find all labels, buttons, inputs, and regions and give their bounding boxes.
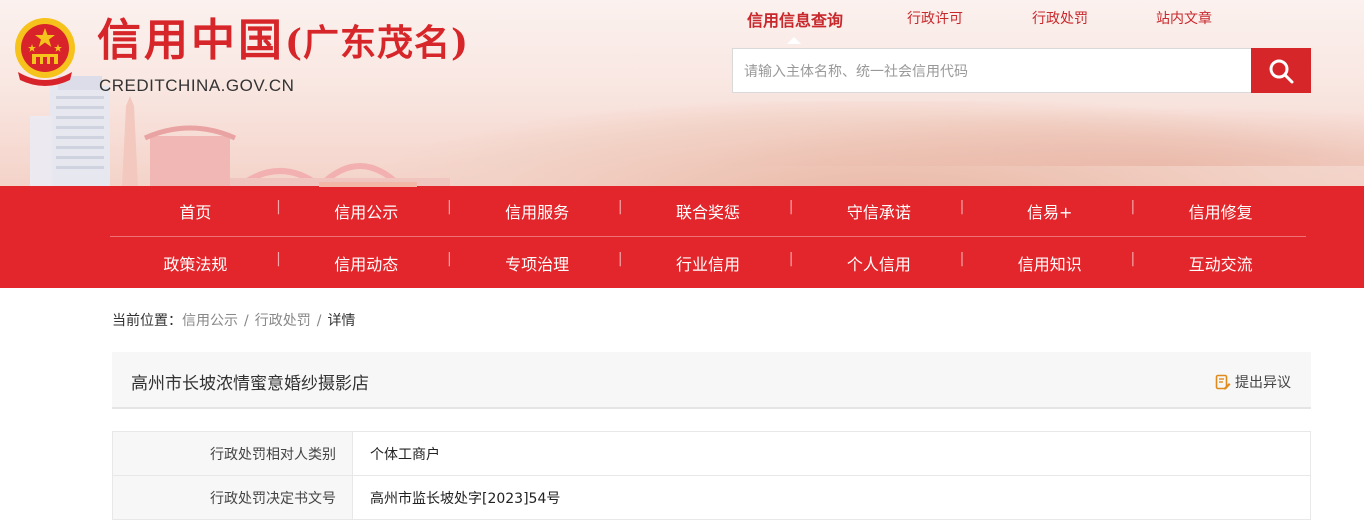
brand-title-region: (广东茂名) (285, 22, 470, 64)
breadcrumb-current: 详情 (327, 313, 356, 329)
nav-special-governance[interactable]: 专项治理 (452, 251, 623, 275)
search-bar (732, 48, 1311, 93)
banner-hills-far (700, 106, 1364, 166)
nav-credit-repair[interactable]: 信用修复 (1135, 199, 1306, 223)
breadcrumb-separator: / (316, 313, 322, 329)
breadcrumb-credit-publicity[interactable]: 信用公示 (182, 313, 238, 329)
nav-row-2: 政策法规 信用动态 专项治理 行业信用 个人信用 信用知识 互动交流 (110, 237, 1306, 288)
table-row: 行政处罚相对人类别 个体工商户 (112, 431, 1311, 476)
nav-credit-service[interactable]: 信用服务 (452, 199, 623, 223)
nav-home[interactable]: 首页 (110, 199, 281, 223)
nav-row-1: 首页 信用公示 信用服务 联合奖惩 守信承诺 信易+ 信用修复 (110, 186, 1306, 237)
main-navigation: 首页 信用公示 信用服务 联合奖惩 守信承诺 信易+ 信用修复 政策法规 信用动… (0, 182, 1364, 288)
table-row: 行政处罚决定书文号 高州市监长坡处字[2023]54号 (112, 475, 1311, 520)
nav-active-indicator (319, 182, 417, 187)
breadcrumb-prefix: 当前位置： (112, 313, 182, 329)
field-value: 个体工商户 (352, 431, 1311, 476)
nav-trust-commitment[interactable]: 守信承诺 (793, 199, 964, 223)
entity-title-bar: 高州市长坡浓情蜜意婚纱摄影店 提出异议 (112, 352, 1311, 409)
entity-name: 高州市长坡浓情蜜意婚纱摄影店 (131, 374, 369, 394)
nav-credit-news[interactable]: 信用动态 (281, 251, 452, 275)
field-label: 行政处罚相对人类别 (112, 431, 353, 476)
field-value: 高州市监长坡处字[2023]54号 (352, 475, 1311, 520)
breadcrumb: 当前位置：信用公示 / 行政处罚 / 详情 (112, 310, 355, 330)
topnav-admin-penalty[interactable]: 行政处罚 (1032, 8, 1088, 28)
raise-objection-button[interactable]: 提出异议 (1215, 372, 1291, 392)
topnav-site-articles[interactable]: 站内文章 (1156, 8, 1212, 28)
search-input[interactable] (732, 48, 1251, 93)
nav-industry-credit[interactable]: 行业信用 (623, 251, 794, 275)
site-brand: 信用中国(广东茂名) CREDITCHINA.GOV.CN (97, 16, 469, 96)
nav-xinyi-plus[interactable]: 信易+ (964, 199, 1135, 223)
search-button[interactable] (1251, 48, 1311, 93)
brand-title: 信用中国(广东茂名) (97, 16, 469, 68)
nav-credit-publicity[interactable]: 信用公示 (281, 199, 452, 223)
top-navigation: 信用信息查询 行政许可 行政处罚 站内文章 (735, 7, 1315, 44)
nav-policies[interactable]: 政策法规 (110, 251, 281, 275)
breadcrumb-separator: / (244, 313, 249, 329)
active-tab-pointer (787, 37, 801, 44)
nav-credit-knowledge[interactable]: 信用知识 (964, 251, 1135, 275)
field-label: 行政处罚决定书文号 (112, 475, 353, 520)
topnav-credit-query[interactable]: 信用信息查询 (747, 7, 843, 31)
national-emblem-logo (15, 18, 75, 86)
nav-interaction[interactable]: 互动交流 (1135, 251, 1306, 275)
nav-joint-reward-punish[interactable]: 联合奖惩 (623, 199, 794, 223)
nav-personal-credit[interactable]: 个人信用 (793, 251, 964, 275)
brand-domain: CREDITCHINA.GOV.CN (99, 76, 295, 95)
edit-document-icon (1215, 374, 1231, 389)
header-banner: 信用中国(广东茂名) CREDITCHINA.GOV.CN 信用信息查询 行政许… (0, 0, 1364, 186)
raise-objection-label: 提出异议 (1235, 375, 1291, 391)
topnav-admin-license[interactable]: 行政许可 (907, 8, 963, 28)
penalty-detail-table: 行政处罚相对人类别 个体工商户 行政处罚决定书文号 高州市监长坡处字[2023]… (112, 431, 1311, 520)
search-icon (1269, 59, 1294, 83)
brand-title-cn: 信用中国 (97, 15, 285, 66)
breadcrumb-admin-penalty[interactable]: 行政处罚 (255, 313, 311, 329)
